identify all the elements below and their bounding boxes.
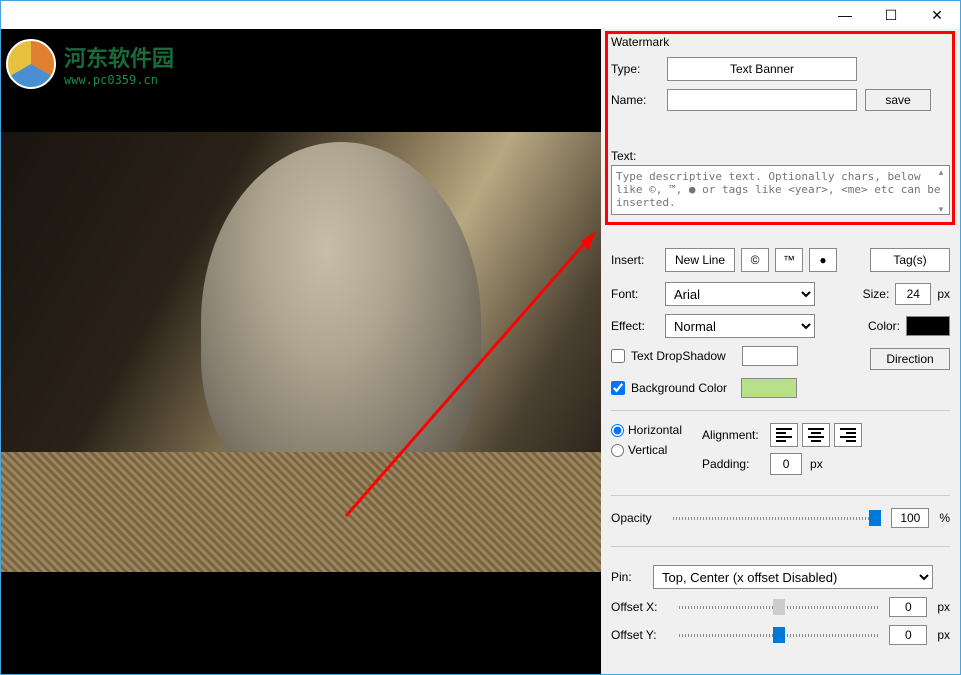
save-button[interactable]: save (865, 89, 931, 111)
horizontal-label: Horizontal (628, 423, 682, 437)
padding-input[interactable] (770, 453, 802, 475)
logo-url-text: www.pc0359.cn (64, 73, 174, 87)
bgcolor-label: Background Color (631, 381, 727, 395)
insert-label: Insert: (611, 253, 659, 267)
padding-unit: px (810, 457, 823, 471)
dropshadow-checkbox[interactable] (611, 349, 625, 363)
logo-icon (6, 39, 56, 89)
effect-select[interactable]: Normal (665, 314, 815, 338)
logo-cn-text: 河东软件园 (64, 41, 174, 73)
bgcolor-checkbox[interactable] (611, 381, 625, 395)
opacity-slider[interactable] (673, 508, 881, 528)
effect-label: Effect: (611, 319, 659, 333)
newline-button[interactable]: New Line (665, 248, 735, 272)
font-label: Font: (611, 287, 659, 301)
minimize-button[interactable]: — (822, 1, 868, 29)
name-input[interactable] (667, 89, 857, 111)
window-titlebar: — ☐ ✕ (1, 1, 960, 29)
divider-2 (611, 495, 950, 496)
bgcolor-swatch[interactable] (741, 378, 797, 398)
dropshadow-color-swatch[interactable] (742, 346, 798, 366)
type-button[interactable]: Text Banner (667, 57, 857, 81)
opacity-value[interactable] (891, 508, 929, 528)
divider (611, 410, 950, 411)
vertical-label: Vertical (628, 443, 667, 457)
font-select[interactable]: Arial (665, 282, 815, 306)
maximize-button[interactable]: ☐ (868, 1, 914, 29)
close-button[interactable]: ✕ (914, 1, 960, 29)
direction-button[interactable]: Direction (870, 348, 950, 370)
size-unit: px (937, 287, 950, 301)
size-input[interactable] (895, 283, 931, 305)
pin-select[interactable]: Top, Center (x offset Disabled) (653, 565, 933, 589)
preview-image (1, 132, 601, 572)
text-label: Text: (611, 149, 950, 163)
pin-label: Pin: (611, 570, 645, 584)
offset-x-unit: px (937, 600, 950, 614)
align-left-button[interactable] (770, 423, 798, 447)
size-label: Size: (863, 287, 890, 301)
offset-y-unit: px (937, 628, 950, 642)
copyright-button[interactable]: © (741, 248, 769, 272)
padding-label: Padding: (702, 457, 762, 471)
offset-y-slider[interactable] (679, 625, 879, 645)
offset-x-value[interactable] (889, 597, 927, 617)
divider-3 (611, 546, 950, 547)
watermark-section-title: Watermark (611, 35, 950, 49)
vertical-radio[interactable] (611, 444, 624, 457)
textarea-scroll-up-icon[interactable]: ▴ (934, 167, 948, 179)
trademark-button[interactable]: ™ (775, 248, 803, 272)
color-label: Color: (868, 319, 900, 333)
textarea-scroll-down-icon[interactable]: ▾ (934, 204, 948, 216)
offset-y-label: Offset Y: (611, 628, 669, 642)
align-center-button[interactable] (802, 423, 830, 447)
offset-x-label: Offset X: (611, 600, 669, 614)
offset-y-value[interactable] (889, 625, 927, 645)
opacity-unit: % (939, 511, 950, 525)
logo-watermark: 河东软件园 www.pc0359.cn (6, 34, 206, 94)
watermark-text-input[interactable] (611, 165, 950, 215)
text-color-swatch[interactable] (906, 316, 950, 336)
settings-panel: Watermark Type: Text Banner Name: save T… (601, 29, 960, 674)
horizontal-radio[interactable] (611, 424, 624, 437)
bullet-button[interactable]: ● (809, 248, 837, 272)
name-label: Name: (611, 93, 659, 107)
align-right-button[interactable] (834, 423, 862, 447)
dropshadow-label: Text DropShadow (631, 349, 726, 363)
offset-x-slider[interactable] (679, 597, 879, 617)
alignment-label: Alignment: (702, 428, 762, 442)
tags-button[interactable]: Tag(s) (870, 248, 950, 272)
type-label: Type: (611, 62, 659, 76)
opacity-label: Opacity (611, 511, 663, 525)
preview-pane: 河东软件园 www.pc0359.cn (1, 29, 601, 674)
